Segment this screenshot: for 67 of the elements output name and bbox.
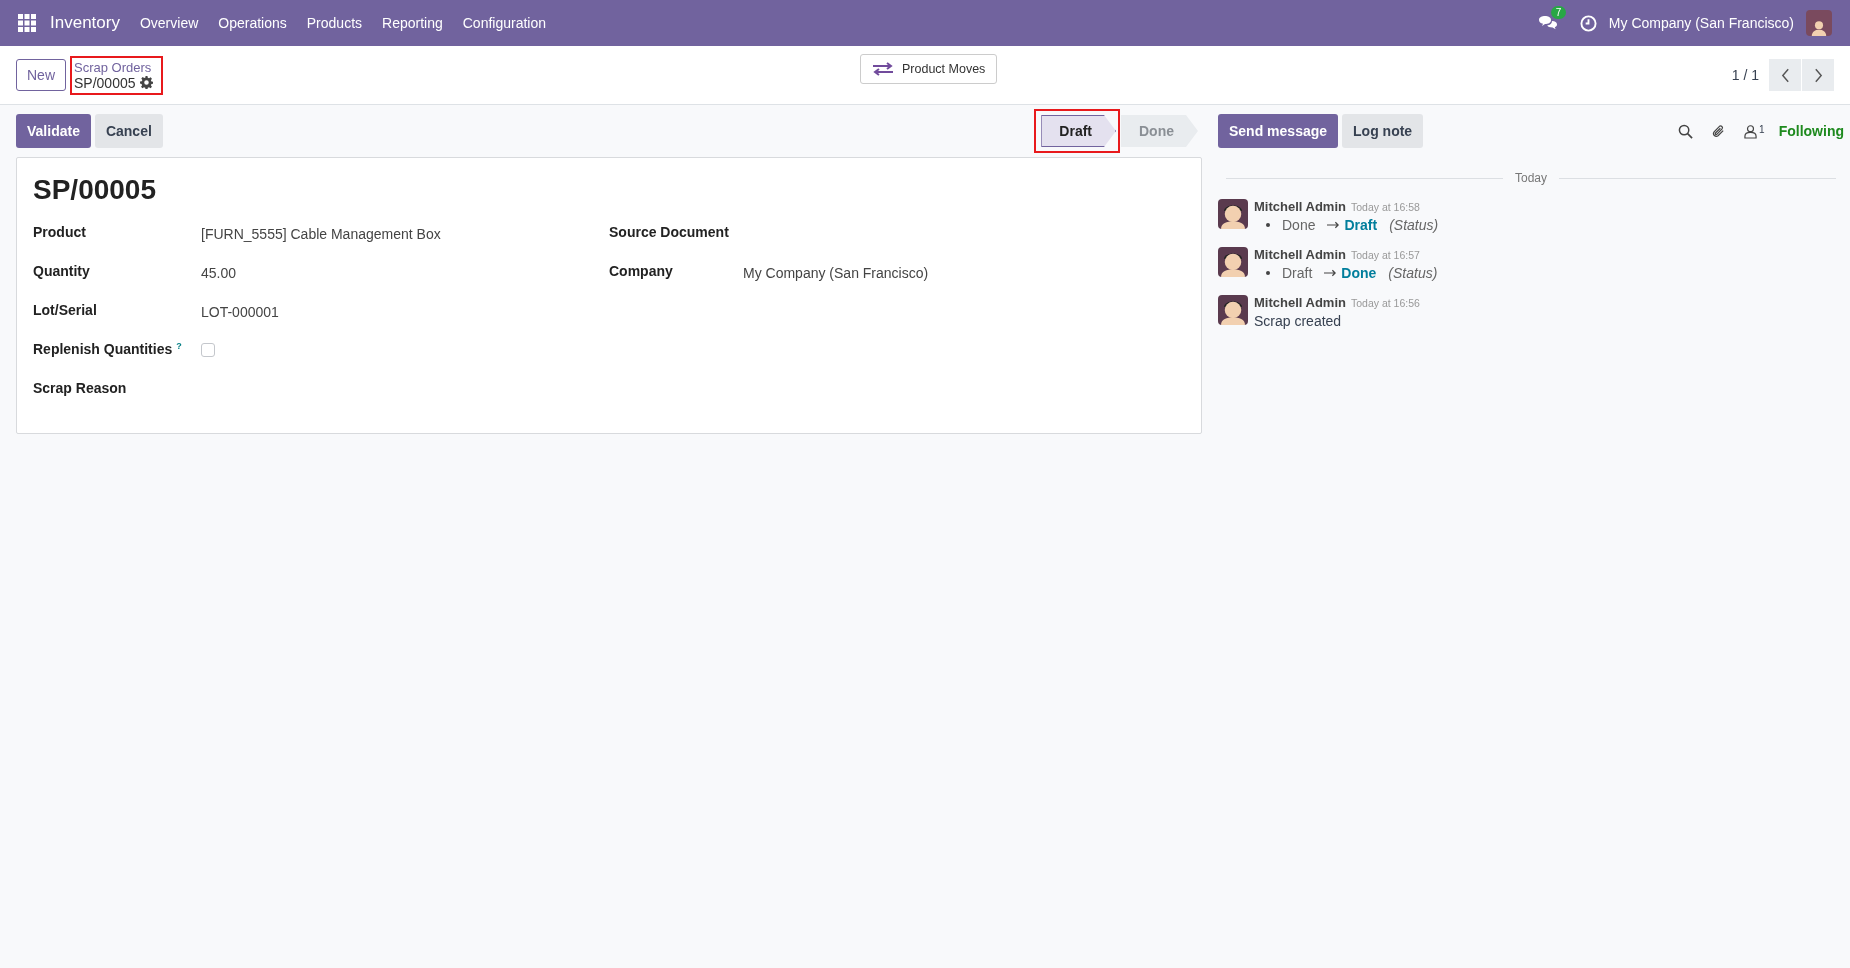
- date-separator: Today: [1515, 171, 1547, 185]
- new-value: Draft: [1344, 217, 1378, 233]
- field-label: Quantity: [33, 263, 90, 279]
- message-time: Today at 16:58: [1350, 201, 1420, 213]
- field-value[interactable]: 45.00: [201, 265, 237, 281]
- old-value: Draft: [1282, 265, 1313, 281]
- status-stage[interactable]: Done: [1121, 115, 1198, 147]
- previous-button[interactable]: [1769, 59, 1801, 91]
- field-value[interactable]: [FURN_5555] Cable Management Box: [201, 226, 441, 242]
- action-button[interactable]: Cancel: [94, 114, 163, 148]
- nav-menu-item[interactable]: Overview: [139, 15, 199, 31]
- following-button[interactable]: Following: [1778, 123, 1844, 139]
- company-switcher[interactable]: My Company (San Francisco): [1608, 15, 1794, 31]
- field-label: Scrap Reason: [33, 380, 127, 396]
- author-avatar: [1218, 247, 1248, 277]
- field-label: Source Document: [609, 224, 729, 240]
- nav-menu-item[interactable]: Configuration: [462, 15, 546, 31]
- message-time: Today at 16:57: [1350, 249, 1420, 261]
- person-icon[interactable]: [1744, 123, 1758, 139]
- author-avatar: [1218, 295, 1248, 325]
- chevron-left-icon: [1780, 67, 1790, 83]
- chat-bubbles-icon[interactable]: [1537, 15, 1558, 31]
- right-arrow-icon: [1327, 221, 1341, 229]
- tracked-field: (Status): [1389, 217, 1439, 233]
- nav-menu-item[interactable]: Products: [306, 15, 363, 31]
- log-note-button[interactable]: Log note: [1342, 114, 1424, 148]
- field-label: Product: [33, 224, 86, 240]
- record-title: SP/00005: [33, 174, 157, 206]
- field-label: Company: [609, 263, 673, 279]
- status-stage[interactable]: Draft: [1041, 115, 1116, 147]
- checkbox[interactable]: [201, 343, 215, 357]
- chevron-right-icon: [1813, 67, 1823, 83]
- message-body: Scrap created: [1254, 313, 1343, 329]
- field-label: Lot/Serial: [33, 302, 97, 318]
- product-moves-button[interactable]: Product Moves: [860, 54, 998, 84]
- new-value: Done: [1341, 265, 1377, 281]
- message-count-badge: 7: [1550, 6, 1567, 19]
- tracked-field: (Status): [1388, 265, 1438, 281]
- nav-menu-item[interactable]: Operations: [218, 15, 287, 31]
- breadcrumb-link[interactable]: Scrap Orders: [74, 59, 153, 75]
- help-tooltip[interactable]: ?: [176, 341, 182, 357]
- swap-arrows-icon: [872, 62, 894, 76]
- nav-menu-item[interactable]: Reporting: [382, 15, 443, 31]
- message-author: Mitchell Admin: [1254, 199, 1346, 214]
- field-value[interactable]: My Company (San Francisco): [743, 265, 929, 281]
- clock-icon[interactable]: [1579, 14, 1597, 32]
- app-grid-icon[interactable]: [18, 14, 36, 32]
- right-arrow-icon: [1324, 269, 1338, 277]
- follower-count: 1: [1759, 123, 1765, 135]
- bullet-icon: [1266, 271, 1270, 275]
- send-message-button[interactable]: Send message: [1218, 114, 1339, 148]
- message-author: Mitchell Admin: [1254, 247, 1346, 262]
- new-button[interactable]: New: [16, 59, 66, 91]
- app-name-link[interactable]: Inventory: [50, 13, 120, 33]
- user-avatar[interactable]: [1806, 10, 1832, 36]
- old-value: Done: [1282, 217, 1316, 233]
- field-label: Replenish Quantities: [33, 341, 173, 357]
- gear-icon[interactable]: [139, 76, 153, 89]
- pager-counter: 1 / 1: [1731, 67, 1759, 83]
- action-button[interactable]: Validate: [16, 114, 91, 148]
- bullet-icon: [1266, 223, 1270, 227]
- author-avatar: [1218, 199, 1248, 229]
- record-name: SP/00005: [74, 74, 136, 91]
- field-value[interactable]: LOT-000001: [201, 304, 279, 320]
- message-author: Mitchell Admin: [1254, 295, 1346, 310]
- message-time: Today at 16:56: [1350, 297, 1420, 309]
- search-icon[interactable]: [1678, 123, 1694, 139]
